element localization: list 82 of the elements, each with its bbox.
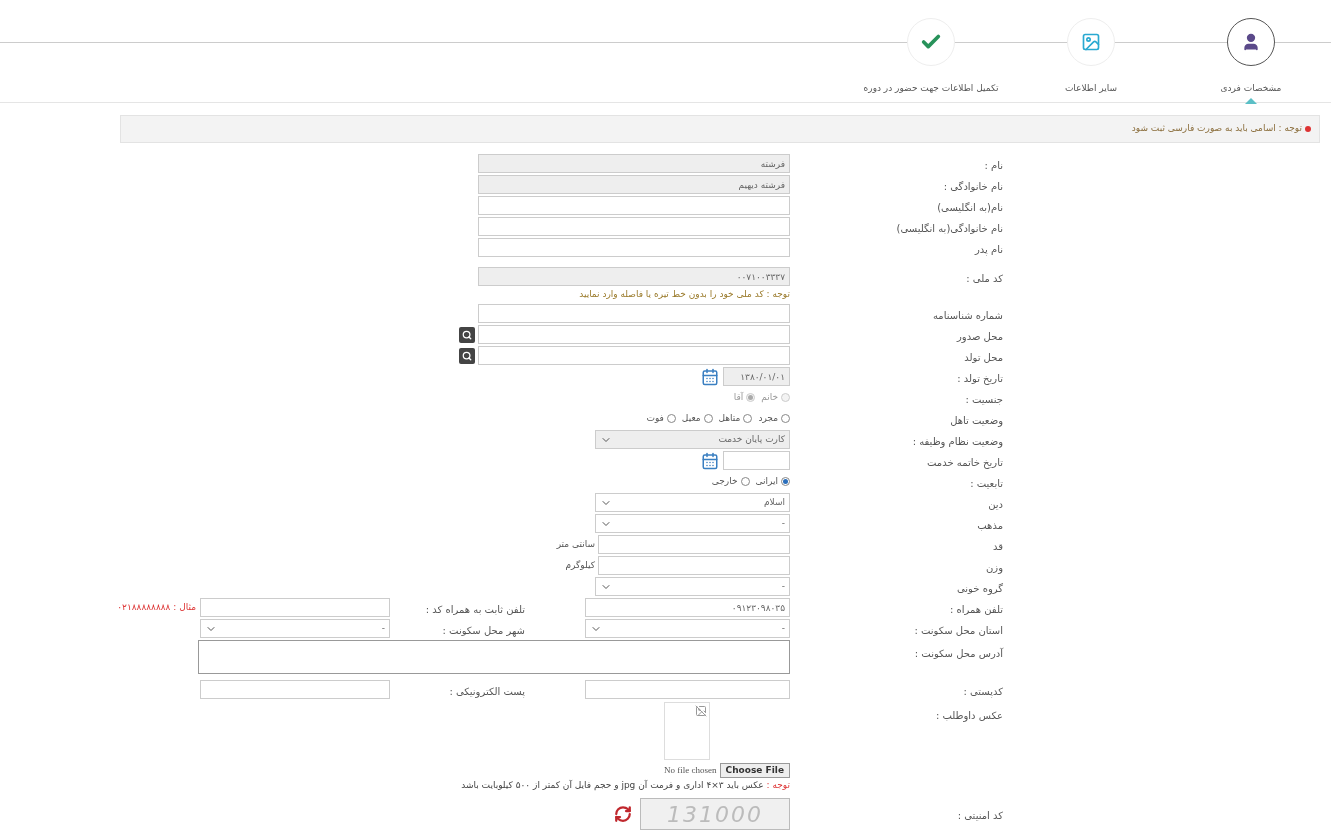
field-label: محل تولد [964, 351, 1003, 363]
input-field[interactable] [478, 325, 790, 344]
input-field[interactable] [598, 535, 790, 554]
field-label: دین [988, 498, 1003, 510]
search-button[interactable] [459, 326, 475, 343]
calendar-icon[interactable] [701, 451, 719, 470]
choose-file-button[interactable]: Choose File [719, 763, 790, 778]
step-label: مشخصات فردی [1220, 82, 1282, 95]
radio-label: فوت [646, 411, 664, 425]
field-label: وضعیت تاهل [950, 414, 1003, 426]
radio-button[interactable] [743, 414, 753, 423]
radio-label: خارجی [711, 474, 738, 488]
field-label: وضعیت نظام وظیفه : [912, 435, 1003, 447]
field-label: وزن [986, 561, 1003, 573]
radio-button[interactable] [781, 477, 790, 486]
dropdown[interactable]: - [595, 577, 790, 596]
input-field[interactable] [585, 680, 790, 699]
field-label: نام خانوادگی : [943, 180, 1003, 192]
field-label: کدپستی : [963, 685, 1003, 697]
input-field[interactable] [478, 217, 790, 236]
input-field[interactable] [478, 346, 790, 365]
radio-label: متاهل [718, 411, 741, 425]
field-label: قد [992, 540, 1003, 552]
radio-label: آقا [733, 390, 744, 404]
hint-text: مثال : ۰۲۱۸۸۸۸۸۸۸۸ [117, 600, 196, 614]
dropdown[interactable]: - [200, 619, 390, 638]
field-label: پست الکترونیکی : [449, 685, 525, 697]
broken-image-icon [695, 705, 708, 717]
field-label: جنسیت : [965, 393, 1003, 405]
dropdown[interactable]: اسلام [595, 493, 790, 512]
field-label: تابعیت : [970, 477, 1003, 489]
field-label: تلفن ثابت به همراه کد : [425, 603, 525, 615]
input-field[interactable] [598, 556, 790, 575]
field-label: محل صدور [957, 330, 1003, 342]
note-text: توجه : عکس باید ۳×۴ اداری و فرمت آن jpg و حجم فایل آن کمتر از ۵۰۰ کیلوبایت باشد [461, 779, 790, 793]
refresh-icon[interactable] [614, 805, 632, 823]
radio-button[interactable] [666, 414, 676, 423]
unit-text: کیلوگرم [565, 558, 595, 572]
calendar-icon[interactable] [701, 367, 719, 386]
field-label: نام(به انگلیسی) [937, 201, 1003, 213]
step-label: سایر اطلاعات [1064, 82, 1118, 95]
input-field[interactable] [723, 451, 790, 470]
field-label: شهر محل سکونت : [442, 624, 525, 636]
field-label: نام پدر [974, 243, 1003, 255]
unit-text: سانتی متر [556, 537, 595, 551]
field-label: نام : [984, 159, 1003, 171]
radio-label: معیل [681, 411, 701, 425]
field-label: نام خانوادگی(به انگلیسی) [896, 222, 1003, 234]
dropdown[interactable]: - [595, 514, 790, 533]
radio-label: ایرانی [755, 474, 778, 488]
notice-text: توجه : اسامی باید به صورت فارسی ثبت شود [1131, 122, 1302, 136]
field-label: تاریخ خاتمه خدمت [927, 456, 1003, 468]
radio-label: خانم [761, 390, 778, 405]
field-label: شماره شناسنامه [932, 309, 1003, 321]
field-label: استان محل سکونت : [914, 624, 1003, 636]
step-label: تکمیل اطلاعات جهت حضور در دوره [863, 82, 999, 95]
input-field[interactable] [200, 680, 390, 699]
field-label: گروه خونی [957, 582, 1003, 594]
field-label: کد ملی : [966, 272, 1003, 284]
picture-icon [1081, 32, 1101, 52]
field-label: آدرس محل سکونت : [914, 648, 1003, 659]
file-status-text: No file chosen [664, 763, 717, 777]
field-label: تلفن همراه : [949, 603, 1003, 615]
search-button[interactable] [459, 347, 475, 364]
address-textarea[interactable] [198, 640, 790, 674]
field-label: تاریخ تولد : [957, 372, 1003, 384]
radio-label: مجرد [758, 411, 778, 425]
input-field[interactable] [478, 196, 790, 215]
radio-button[interactable] [781, 414, 790, 423]
radio-button[interactable] [740, 477, 750, 486]
input-field[interactable] [200, 598, 390, 617]
field-label: مذهب [977, 519, 1003, 531]
note-text: توجه : کد ملی خود را بدون خط تیره یا فاصله وارد نمایید [579, 288, 790, 302]
active-step-pointer [1245, 97, 1257, 104]
field-label: کد امنیتی : [957, 810, 1003, 821]
field-label: عکس داوطلب : [935, 710, 1003, 721]
dropdown[interactable]: - [585, 619, 790, 638]
radio-button[interactable] [703, 414, 713, 423]
input-field[interactable] [478, 238, 790, 257]
input-field[interactable]: ۰۹۱۲۳۰۹۸۰۳۵ [585, 598, 790, 617]
input-field[interactable] [478, 304, 790, 323]
person-icon [1241, 32, 1261, 52]
